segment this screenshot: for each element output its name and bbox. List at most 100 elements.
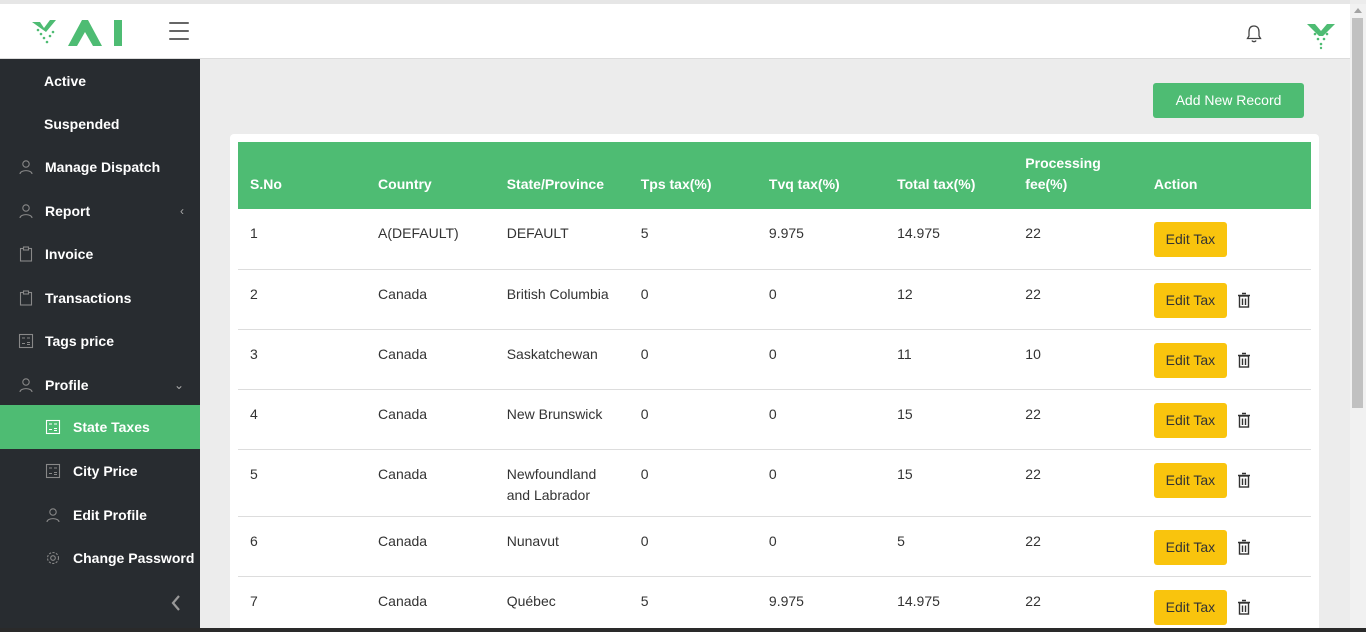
cell-tps-value: 0 bbox=[640, 532, 649, 549]
add-new-record-button[interactable]: Add New Record bbox=[1153, 83, 1304, 118]
cell-sno-value: 5 bbox=[250, 465, 258, 482]
sidebar-item-edit-profile[interactable]: Edit Profile bbox=[0, 493, 200, 536]
cell-fee-value: 22 bbox=[1025, 285, 1041, 302]
edit-tax-button[interactable]: Edit Tax bbox=[1153, 402, 1227, 438]
sidebar-item-city-price[interactable]: City Price bbox=[0, 449, 200, 492]
cell-country: Canada bbox=[366, 329, 495, 389]
collapse-sidebar-icon[interactable] bbox=[168, 592, 184, 614]
cell-tvq: 0 bbox=[757, 389, 885, 449]
cell-state-value: DEFAULT bbox=[506, 225, 569, 241]
cell-tps: 0 bbox=[629, 449, 757, 516]
cell-country: Canada bbox=[366, 449, 495, 516]
scrollbar-thumb[interactable] bbox=[1352, 18, 1363, 408]
cell-sno-value: 6 bbox=[250, 532, 258, 549]
edit-tax-button[interactable]: Edit Tax bbox=[1153, 342, 1227, 378]
cell-action: Edit Tax bbox=[1142, 389, 1311, 449]
avatar[interactable] bbox=[1305, 18, 1337, 50]
edit-tax-button[interactable]: Edit Tax bbox=[1153, 282, 1227, 318]
trash-icon[interactable] bbox=[1237, 539, 1251, 555]
cell-country: Canada bbox=[366, 576, 495, 632]
column-header-country: Country bbox=[378, 176, 432, 192]
cell-country-value: Canada bbox=[378, 285, 428, 302]
cell-sno: 3 bbox=[238, 329, 366, 389]
cell-fee-value: 22 bbox=[1025, 532, 1041, 549]
sidebar-item-active[interactable]: Active bbox=[0, 59, 200, 102]
cell-sno: 5 bbox=[238, 449, 366, 516]
sidebar-item-invoice[interactable]: Invoice bbox=[0, 232, 200, 275]
vertical-scrollbar[interactable] bbox=[1350, 4, 1366, 628]
cell-state-value: Saskatchewan bbox=[506, 345, 598, 362]
table-row: 3 Canada Saskatchewan 0 0 11 10 Edit Tax bbox=[238, 329, 1311, 389]
cell-sno: 2 bbox=[238, 269, 366, 329]
sidebar-item-tags-price[interactable]: Tags price bbox=[0, 319, 200, 362]
table-row: 1 A(DEFAULT) DEFAULT 5 9.975 14.975 22 Edit Tax bbox=[238, 209, 1311, 269]
user-icon bbox=[19, 377, 33, 392]
trash-icon[interactable] bbox=[1237, 292, 1251, 308]
cell-tps-value: 0 bbox=[640, 285, 649, 302]
cell-sno-value: 3 bbox=[250, 345, 258, 362]
sidebar-item-suspended[interactable]: Suspended bbox=[0, 102, 200, 145]
column-header-total: Total tax(%) bbox=[897, 176, 976, 192]
edit-tax-button[interactable]: Edit Tax bbox=[1153, 589, 1227, 625]
chevron-down-icon: ⌄ bbox=[173, 377, 184, 392]
top-header bbox=[0, 0, 1350, 59]
sidebar-item-label: Manage Dispatch bbox=[45, 158, 161, 175]
sidebar-item-label: Profile bbox=[45, 376, 89, 393]
scroll-up-icon[interactable] bbox=[1354, 8, 1362, 13]
sidebar-item-report[interactable]: Report ‹ bbox=[0, 189, 200, 232]
cell-tvq: 0 bbox=[757, 329, 885, 389]
sidebar-item-label: Tags price bbox=[45, 332, 114, 349]
column-header-tps: Tps tax(%) bbox=[640, 176, 712, 192]
cell-state-value: Québec bbox=[506, 592, 556, 609]
sidebar-item-state-taxes[interactable]: State Taxes bbox=[0, 405, 200, 449]
clipboard-icon bbox=[19, 289, 33, 306]
cell-tps-value: 0 bbox=[640, 345, 649, 362]
cell-total: 15 bbox=[885, 389, 1013, 449]
cell-total-value: 12 bbox=[897, 285, 913, 302]
cell-tps: 0 bbox=[629, 516, 757, 576]
cell-state: DEFAULT bbox=[495, 209, 629, 269]
trash-icon[interactable] bbox=[1237, 412, 1251, 428]
sidebar-item-label: City Price bbox=[73, 462, 138, 479]
cell-fee: 22 bbox=[1013, 389, 1142, 449]
cell-state-value: Nunavut bbox=[506, 532, 559, 549]
menu-toggle-button[interactable] bbox=[169, 22, 191, 42]
cell-fee-value: 10 bbox=[1025, 345, 1041, 362]
sidebar-item-change-password[interactable]: Change Password bbox=[0, 536, 200, 579]
cell-fee: 22 bbox=[1013, 576, 1142, 632]
cell-tps-value: 0 bbox=[640, 405, 649, 422]
cell-country-value: A(DEFAULT) bbox=[378, 225, 459, 241]
trash-icon[interactable] bbox=[1237, 472, 1251, 488]
table-header-row: S.No Country State/Province Tps tax(%) T… bbox=[238, 142, 1311, 209]
cell-tvq-value: 0 bbox=[768, 465, 777, 482]
sidebar-item-transactions[interactable]: Transactions bbox=[0, 276, 200, 319]
cell-country-value: Canada bbox=[378, 405, 428, 422]
yai-logo[interactable] bbox=[30, 16, 126, 46]
bell-icon[interactable] bbox=[1245, 24, 1263, 44]
column-header-tvq: Tvq tax(%) bbox=[768, 176, 840, 192]
cell-state: Nunavut bbox=[495, 516, 629, 576]
edit-tax-button[interactable]: Edit Tax bbox=[1153, 529, 1227, 565]
horizontal-scrollbar[interactable] bbox=[0, 628, 1366, 632]
trash-icon[interactable] bbox=[1237, 599, 1251, 615]
cell-tvq: 0 bbox=[757, 269, 885, 329]
edit-tax-button[interactable]: Edit Tax bbox=[1153, 222, 1227, 257]
sidebar-item-profile[interactable]: Profile ⌄ bbox=[0, 363, 200, 406]
cell-action: Edit Tax bbox=[1142, 329, 1311, 389]
sidebar-item-label: Active bbox=[44, 72, 87, 89]
cell-fee: 22 bbox=[1013, 209, 1142, 269]
cell-sno: 6 bbox=[238, 516, 366, 576]
sidebar-item-manage-dispatch[interactable]: Manage Dispatch bbox=[0, 145, 200, 188]
cell-tvq: 9.975 bbox=[757, 576, 885, 632]
calculator-icon bbox=[18, 333, 34, 348]
calculator-icon bbox=[45, 463, 61, 478]
edit-tax-button[interactable]: Edit Tax bbox=[1153, 462, 1227, 498]
table-row: 5 Canada Newfoundland and Labrador 0 0 15 22 Ed… bbox=[238, 449, 1311, 516]
cell-tvq-value: 9.975 bbox=[768, 592, 804, 609]
cell-total: 5 bbox=[885, 516, 1013, 576]
cell-fee: 10 bbox=[1013, 329, 1142, 389]
cell-action: Edit Tax bbox=[1142, 269, 1311, 329]
trash-icon[interactable] bbox=[1237, 352, 1251, 368]
cell-total-value: 15 bbox=[897, 405, 913, 422]
cell-country-value: Canada bbox=[378, 345, 428, 362]
